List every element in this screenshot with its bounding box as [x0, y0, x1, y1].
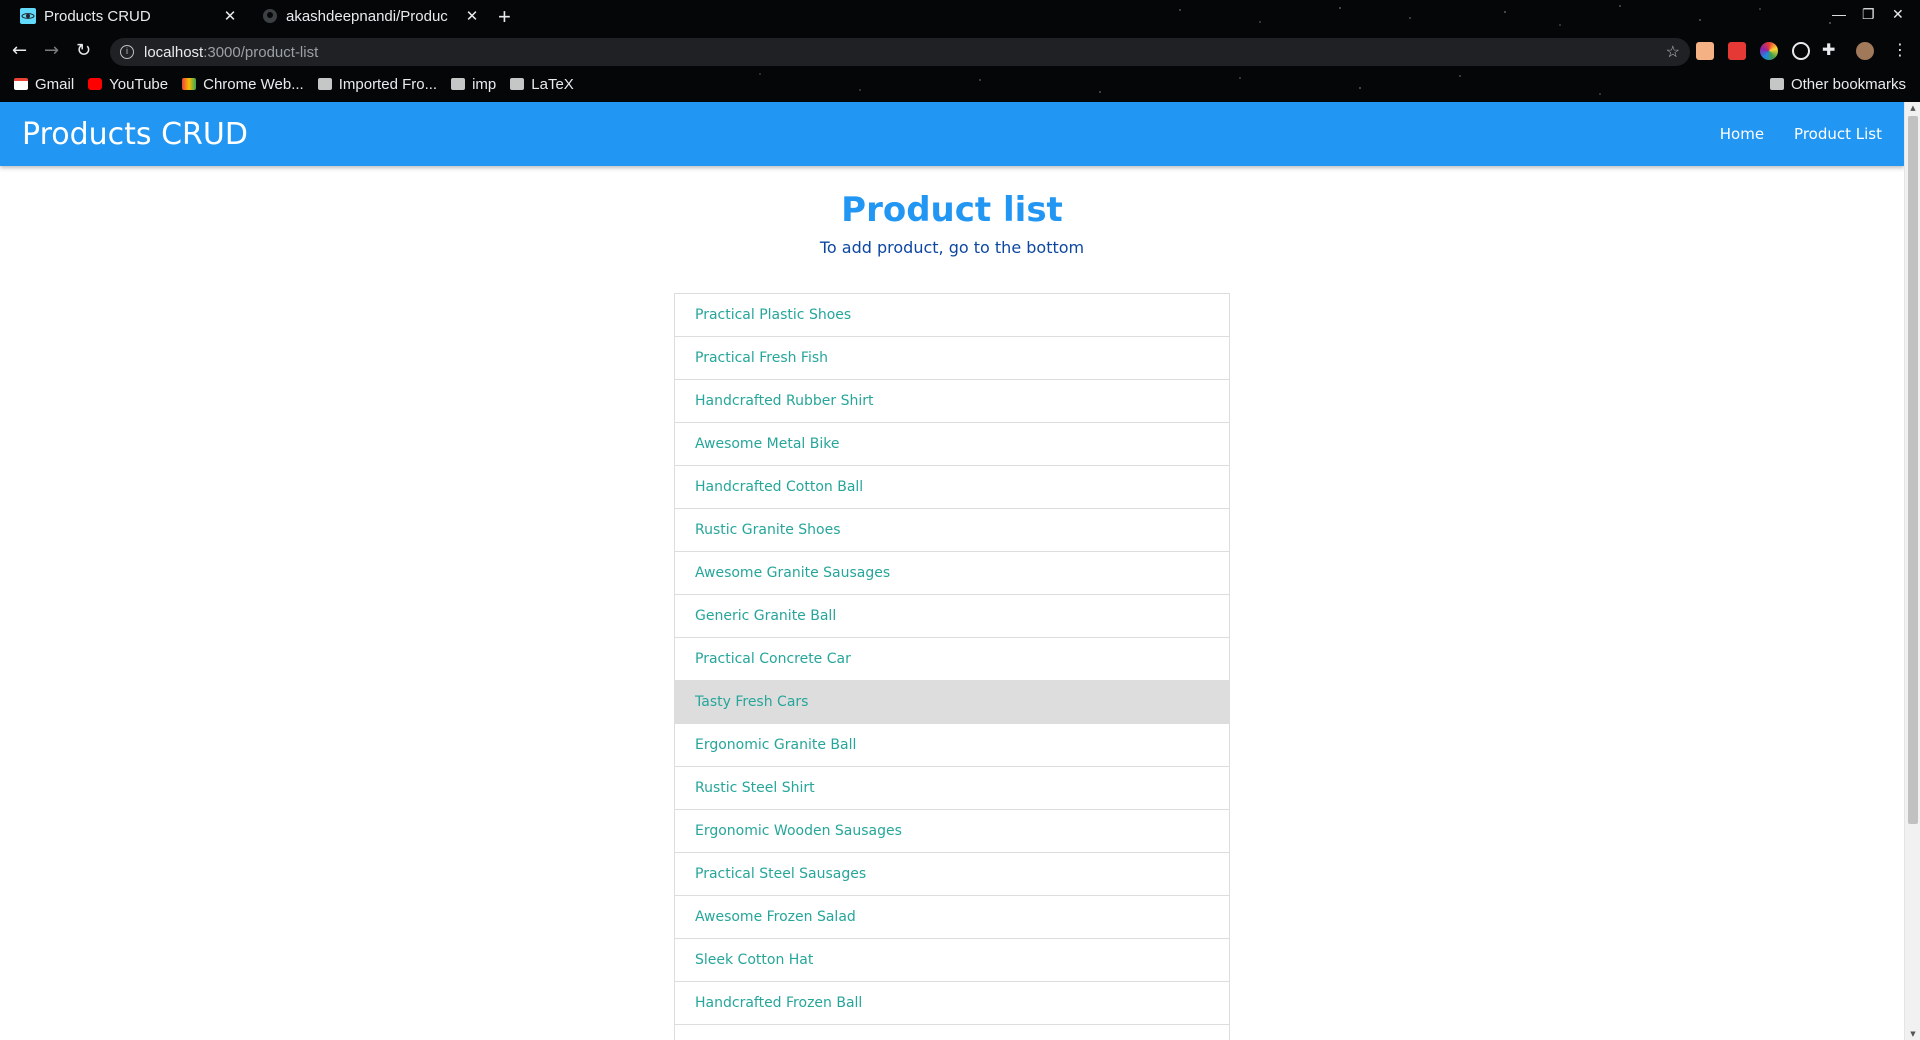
product-list-item[interactable]: Generic Granite Ball: [675, 595, 1229, 638]
page-title: Product list: [841, 190, 1063, 230]
product-list-item[interactable]: Handcrafted Rubber Shirt: [675, 380, 1229, 423]
nav-product-list-link[interactable]: Product List: [1794, 125, 1882, 143]
bookmark-label: imp: [472, 75, 497, 93]
tab-github[interactable]: akashdeepnandi/Produc ✕: [250, 0, 482, 32]
folder-icon: [1769, 78, 1784, 90]
product-list-item[interactable]: Awesome Granite Sausages: [675, 552, 1229, 595]
bookmark-label: YouTube: [109, 75, 169, 93]
product-list-item[interactable]: Awesome Frozen Salad: [675, 896, 1229, 939]
minimize-icon[interactable]: —: [1832, 6, 1846, 22]
product-list-item[interactable]: Handcrafted Cotton Ball: [675, 466, 1229, 509]
product-list-item[interactable]: Ergonomic Granite Ball: [675, 724, 1229, 767]
extension-icon[interactable]: [1696, 42, 1714, 60]
product-list-item[interactable]: Practical Fresh Fish: [675, 337, 1229, 380]
forward-icon[interactable]: →: [44, 40, 59, 61]
bookmark-label: Gmail: [35, 75, 75, 93]
product-list-item[interactable]: Handcrafted Frozen Ball: [675, 982, 1229, 1025]
nav-links: Home Product List: [1690, 125, 1882, 143]
gmail-icon: [14, 78, 28, 90]
react-favicon-icon: [20, 8, 36, 24]
puzzle-extensions-icon[interactable]: ✚: [1822, 40, 1835, 59]
product-list-item[interactable]: Awesome Metal Bike: [675, 423, 1229, 466]
nav-home-link[interactable]: Home: [1720, 125, 1764, 143]
folder-icon: [317, 78, 332, 90]
folder-icon: [451, 78, 466, 90]
product-list: Practical Plastic Shoes Practical Fresh F…: [674, 293, 1230, 1040]
bookmark-folder-imported[interactable]: Imported Fro...: [317, 75, 438, 93]
product-list-item[interactable]: Tasty Fresh Cars: [675, 681, 1229, 724]
extension-icon[interactable]: [1728, 42, 1746, 60]
product-list-item[interactable]: [675, 1025, 1229, 1040]
url-host: localhost: [144, 43, 204, 61]
other-bookmarks[interactable]: Other bookmarks: [1769, 75, 1906, 93]
product-list-item[interactable]: Practical Plastic Shoes: [675, 294, 1229, 337]
bookmark-folder-imp[interactable]: imp: [451, 76, 496, 93]
bookmark-label: Other bookmarks: [1790, 75, 1906, 93]
tab-products-crud[interactable]: Products CRUD ✕: [8, 0, 240, 32]
page-subtitle: To add product, go to the bottom: [819, 238, 1085, 257]
tab-close-icon[interactable]: ✕: [462, 7, 482, 25]
back-icon[interactable]: ←: [12, 40, 27, 61]
bookmark-youtube[interactable]: YouTube: [88, 76, 168, 93]
folder-icon: [510, 78, 525, 90]
bookmark-gmail[interactable]: Gmail: [14, 76, 74, 93]
tab-close-icon[interactable]: ✕: [220, 7, 240, 25]
scroll-up-icon[interactable]: ▲: [1908, 104, 1918, 112]
product-list-item[interactable]: Practical Concrete Car: [675, 638, 1229, 681]
product-list-item[interactable]: Rustic Steel Shirt: [675, 767, 1229, 810]
brand-logo[interactable]: Products CRUD: [22, 117, 248, 152]
page-content: Products CRUD Home Product List Product …: [0, 102, 1904, 1040]
color-picker-extension-icon[interactable]: [1760, 42, 1778, 60]
scrollbar-thumb[interactable]: [1908, 116, 1918, 824]
bookmark-folder-latex[interactable]: LaTeX: [510, 76, 574, 93]
close-window-icon[interactable]: ✕: [1892, 6, 1904, 23]
youtube-icon: [88, 78, 103, 90]
bookmark-label: Imported Fro...: [338, 75, 438, 93]
restore-icon[interactable]: ❐: [1862, 6, 1875, 23]
address-bar[interactable]: i localhost:3000/product-list ☆: [110, 38, 1690, 66]
product-list-item[interactable]: Rustic Granite Shoes: [675, 509, 1229, 552]
product-list-item[interactable]: Practical Steel Sausages: [675, 853, 1229, 896]
page-scrollbar[interactable]: ▲ ▼: [1904, 102, 1920, 1040]
github-icon: [262, 8, 278, 24]
tab-title: akashdeepnandi/Produc: [286, 7, 448, 25]
product-list-item[interactable]: Ergonomic Wooden Sausages: [675, 810, 1229, 853]
bookmark-label: LaTeX: [531, 75, 574, 93]
chrome-webstore-icon: [182, 78, 197, 90]
bookmark-chrome-web-store[interactable]: Chrome Web...: [182, 76, 304, 93]
browser-chrome: Products CRUD ✕ akashdeepnandi/Produc ✕ …: [0, 0, 1920, 102]
avatar[interactable]: [1856, 42, 1874, 60]
site-info-icon[interactable]: i: [120, 45, 134, 59]
tab-title: Products CRUD: [44, 7, 151, 25]
url-path: :3000/product-list: [203, 43, 319, 61]
bookmark-label: Chrome Web...: [203, 75, 304, 93]
new-tab-button[interactable]: +: [498, 4, 511, 30]
browser-toolbar: ← → ↻ i localhost:3000/product-list ☆ ✚ …: [0, 36, 1920, 66]
menu-kebab-icon[interactable]: ⋮: [1892, 40, 1908, 59]
scroll-down-icon[interactable]: ▼: [1908, 1030, 1918, 1038]
product-list-item[interactable]: Sleek Cotton Hat: [675, 939, 1229, 982]
bookmarks-bar: Gmail YouTube Chrome Web... Imported Fro…: [0, 72, 1920, 96]
reload-icon[interactable]: ↻: [76, 40, 91, 61]
extension-icon[interactable]: [1792, 42, 1810, 60]
app-navbar: Products CRUD Home Product List: [0, 102, 1904, 166]
bookmark-star-icon[interactable]: ☆: [1666, 42, 1680, 62]
